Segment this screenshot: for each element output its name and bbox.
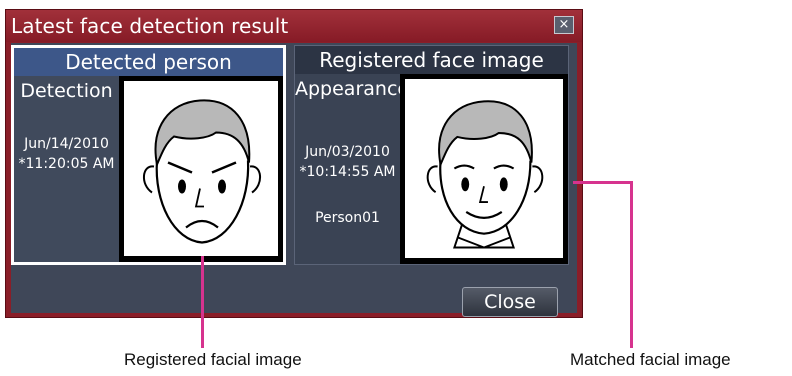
- frowning-face-icon: [143, 99, 261, 244]
- registered-callout-line: [201, 256, 204, 348]
- appearance-label: Appearance: [295, 78, 410, 100]
- face-detection-dialog: Latest face detection result × Detected …: [5, 9, 583, 318]
- detection-info: Detection Jun/14/2010 *11:20:05 AM: [14, 76, 119, 262]
- dialog-body: Detected person Detection Jun/14/2010 *1…: [11, 43, 577, 317]
- registered-face-image: [400, 74, 568, 264]
- registered-face-panel[interactable]: Registered face image Appearance Jun/03/…: [294, 45, 569, 265]
- detected-person-header: Detected person: [14, 48, 283, 76]
- matched-callout-line-vertical: [630, 181, 633, 348]
- detection-time: *11:20:05 AM: [18, 156, 115, 172]
- close-icon[interactable]: ×: [554, 16, 574, 34]
- person-name: Person01: [315, 210, 380, 226]
- registered-callout-label: Registered facial image: [124, 350, 302, 369]
- dialog-title-bar[interactable]: Latest face detection result ×: [6, 10, 582, 42]
- smiling-face-icon: [426, 100, 544, 249]
- detection-label: Detection: [20, 80, 113, 102]
- dialog-title: Latest face detection result: [11, 14, 289, 38]
- matched-callout-line-horizontal: [573, 181, 633, 184]
- detected-person-panel[interactable]: Detected person Detection Jun/14/2010 *1…: [11, 45, 286, 265]
- appearance-date: Jun/03/2010: [305, 144, 390, 160]
- matched-callout-label: Matched facial image: [570, 350, 731, 369]
- appearance-time: *10:14:55 AM: [299, 164, 396, 180]
- detection-date: Jun/14/2010: [24, 136, 109, 152]
- detected-face-image: [119, 76, 283, 262]
- appearance-info: Appearance Jun/03/2010 *10:14:55 AM Pers…: [295, 74, 410, 264]
- close-button[interactable]: Close: [462, 287, 558, 317]
- registered-face-header: Registered face image: [295, 46, 568, 74]
